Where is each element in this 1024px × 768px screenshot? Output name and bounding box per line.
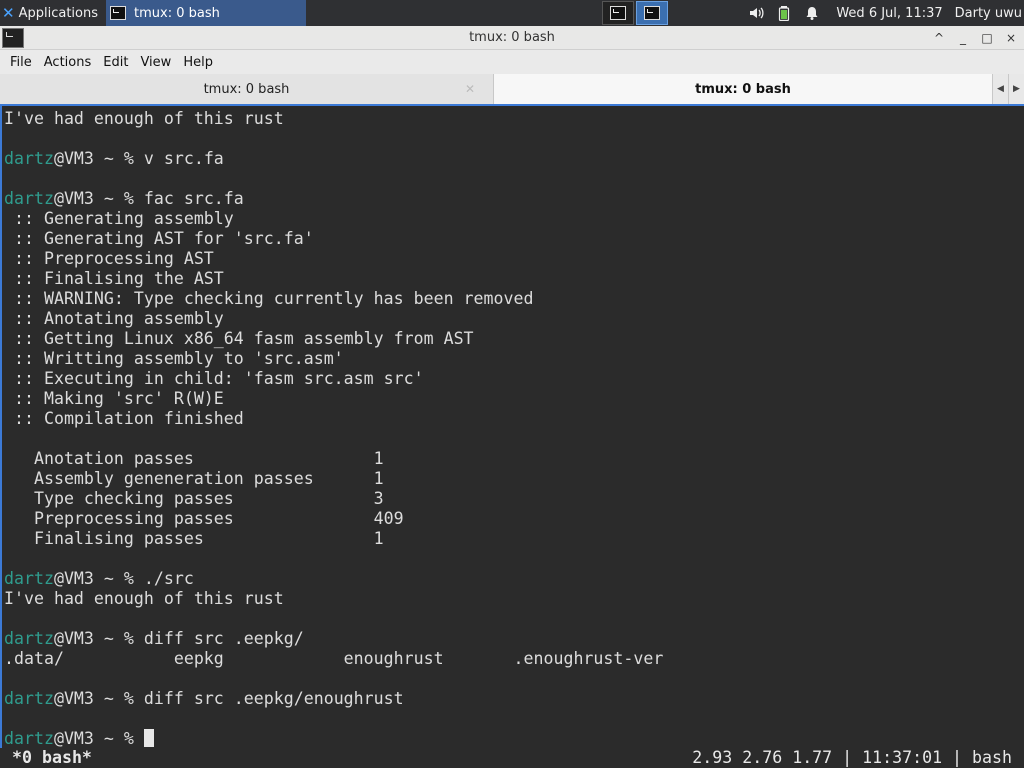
shade-button[interactable]: ^	[930, 29, 948, 47]
tab-scroll-left-icon[interactable]: ◀	[992, 74, 1008, 104]
terminal-output-line: I've had enough of this rust	[4, 589, 284, 608]
prompt-host: @VM3 ~ %	[53, 729, 144, 748]
terminal-output-line: :: Preprocessing AST	[4, 249, 214, 268]
terminal-icon	[110, 6, 126, 20]
prompt-host: @VM3 ~ %	[53, 189, 144, 208]
taskbar-window-label: tmux: 0 bash	[134, 5, 220, 21]
terminal-output-line: :: Compilation finished	[4, 409, 244, 428]
terminal-output-line: :: Making 'src' R(W)E	[4, 389, 224, 408]
terminal-output-line: Type checking passes 3	[4, 489, 384, 508]
workspace-switcher	[602, 1, 668, 25]
tmux-status-right: 2.93 2.76 1.77 | 11:37:01 | bash	[692, 748, 1012, 767]
terminal-output-line: I've had enough of this rust	[4, 109, 284, 128]
terminal-output-line: Anotation passes 1	[4, 449, 384, 468]
tab-1[interactable]: tmux: 0 bash ✕	[0, 74, 494, 104]
terminal-output-line: .data/ eepkg enoughrust .enoughrust-ver	[4, 649, 664, 668]
terminal-output-line: Finalising passes 1	[4, 529, 384, 548]
terminal-prompt-line: dartz@VM3 ~ % ./src	[4, 569, 663, 589]
tmux-window-list: *0 bash*	[12, 748, 92, 767]
terminal-output-line: :: Anotating assembly	[4, 309, 224, 328]
terminal-output-line: Assembly geneneration passes 1	[4, 469, 384, 488]
prompt-host: @VM3 ~ %	[53, 689, 144, 708]
terminal-prompt-line: dartz@VM3 ~ %	[4, 729, 663, 749]
terminal-output-line: :: WARNING: Type checking currently has …	[4, 289, 534, 308]
window-titlebar[interactable]: tmux: 0 bash ^ _ □ ×	[0, 26, 1024, 50]
prompt-user: dartz	[4, 689, 54, 708]
workspace-1[interactable]	[602, 1, 634, 25]
tab-2[interactable]: tmux: 0 bash	[494, 74, 992, 104]
terminal-prompt-line: dartz@VM3 ~ % diff src .eepkg/	[4, 629, 663, 649]
prompt-command: diff src .eepkg/	[143, 629, 304, 648]
window-controls: ^ _ □ ×	[930, 26, 1020, 50]
close-button[interactable]: ×	[1002, 29, 1020, 47]
tab-scroll-buttons: ◀ ▶	[992, 74, 1024, 104]
terminal-icon	[644, 6, 660, 20]
system-tray: Wed 6 Jul, 11:37 Darty uwu	[748, 0, 1024, 26]
prompt-user: dartz	[4, 189, 54, 208]
terminal-output-line: :: Finalising the AST	[4, 269, 224, 288]
tab-scroll-right-icon[interactable]: ▶	[1008, 74, 1024, 104]
clock[interactable]: Wed 6 Jul, 11:37	[836, 6, 942, 21]
maximize-button[interactable]: □	[978, 29, 996, 47]
terminal-cursor[interactable]	[143, 729, 154, 747]
menu-help[interactable]: Help	[177, 55, 219, 70]
workspace-2[interactable]	[636, 1, 668, 25]
terminal-view[interactable]: I've had enough of this rust dartz@VM3 ~ …	[0, 104, 1024, 768]
applications-menu-button[interactable]: ✕ Applications	[0, 0, 102, 26]
menu-actions[interactable]: Actions	[38, 55, 98, 70]
prompt-command: diff src .eepkg/enoughrust	[143, 689, 404, 708]
taskbar-window-button[interactable]: tmux: 0 bash	[106, 0, 306, 26]
terminal-prompt-line: dartz@VM3 ~ % diff src .eepkg/enoughrust	[4, 689, 663, 709]
prompt-command: fac src.fa	[143, 189, 244, 208]
prompt-user: dartz	[4, 629, 54, 648]
terminal-output-line: :: Generating AST for 'src.fa'	[4, 229, 314, 248]
terminal-icon	[610, 6, 626, 20]
window-title: tmux: 0 bash	[469, 30, 555, 45]
terminal-output-line: :: Generating assembly	[4, 209, 234, 228]
window-terminal-icon[interactable]	[2, 27, 24, 48]
menu-file[interactable]: File	[4, 55, 38, 70]
menu-view[interactable]: View	[134, 55, 177, 70]
menu-edit[interactable]: Edit	[97, 55, 134, 70]
tab-label: tmux: 0 bash	[203, 81, 290, 97]
xfce-logo-icon: ✕	[2, 4, 15, 22]
battery-icon[interactable]	[776, 5, 792, 22]
terminal-output-line: :: Executing in child: 'fasm src.asm src…	[4, 369, 424, 388]
notification-bell-icon[interactable]	[804, 5, 820, 21]
tab-label: tmux: 0 bash	[695, 81, 791, 97]
prompt-command: ./src	[143, 569, 194, 588]
prompt-host: @VM3 ~ %	[53, 629, 144, 648]
menu-bar: File Actions Edit View Help	[0, 50, 1024, 74]
prompt-command: v src.fa	[143, 149, 224, 168]
volume-icon[interactable]	[748, 5, 764, 21]
terminal-output: I've had enough of this rust dartz@VM3 ~ …	[4, 109, 663, 749]
minimize-button[interactable]: _	[954, 29, 972, 47]
user-menu[interactable]: Darty uwu	[955, 6, 1022, 21]
applications-label: Applications	[18, 5, 98, 21]
terminal-output-line: :: Writting assembly to 'src.asm'	[4, 349, 344, 368]
prompt-user: dartz	[4, 729, 54, 748]
terminal-output-line: Preprocessing passes 409	[4, 509, 404, 528]
top-panel: ✕ Applications tmux: 0 bash Wed 6 Jul, 1…	[0, 0, 1024, 26]
prompt-host: @VM3 ~ %	[53, 149, 144, 168]
terminal-output-line: :: Getting Linux x86_64 fasm assembly fr…	[4, 329, 474, 348]
prompt-user: dartz	[4, 149, 54, 168]
tmux-status-bar: *0 bash* 2.93 2.76 1.77 | 11:37:01 | bas…	[0, 748, 1024, 768]
tab-bar: tmux: 0 bash ✕ tmux: 0 bash ◀ ▶	[0, 74, 1024, 104]
terminal-prompt-line: dartz@VM3 ~ % v src.fa	[4, 149, 663, 169]
prompt-host: @VM3 ~ %	[53, 569, 144, 588]
terminal-prompt-line: dartz@VM3 ~ % fac src.fa	[4, 189, 663, 209]
prompt-user: dartz	[4, 569, 54, 588]
tab-close-icon[interactable]: ✕	[465, 82, 475, 96]
